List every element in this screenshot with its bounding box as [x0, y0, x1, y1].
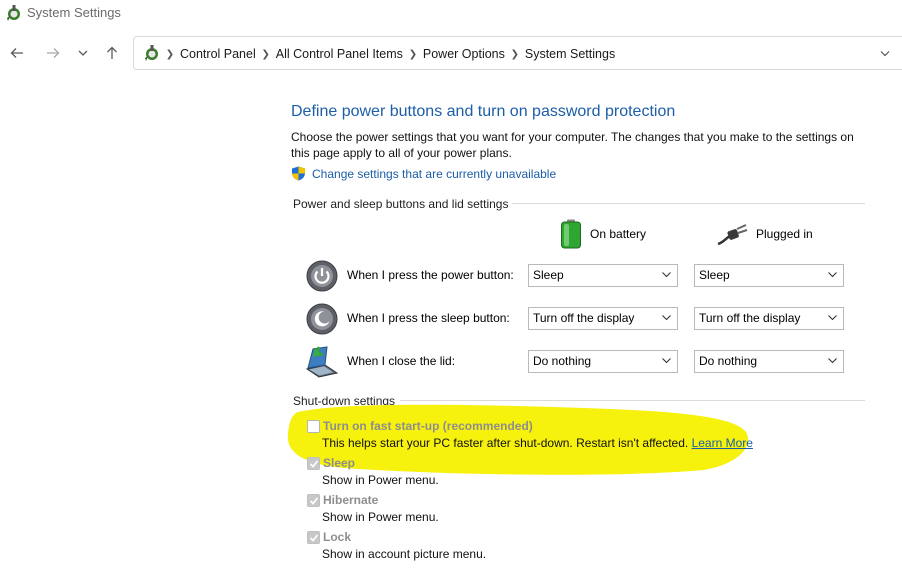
breadcrumb-power-options[interactable]: Power Options [421, 47, 507, 61]
chevron-down-icon [828, 358, 837, 364]
address-bar[interactable]: ❯ Control Panel ❯ All Control Panel Item… [133, 36, 902, 70]
select-value: Sleep [699, 268, 730, 282]
lock-title: Lock [323, 530, 352, 544]
checkmark-icon [309, 460, 319, 468]
fast-startup-title: Turn on fast start-up (recommended) [323, 419, 533, 433]
plugged-in-column-header: Plugged in [716, 222, 813, 246]
breadcrumb-control-panel[interactable]: Control Panel [178, 47, 258, 61]
intro-text: Choose the power settings that you want … [291, 130, 854, 160]
arrow-right-icon [47, 48, 60, 58]
power-options-icon [145, 45, 158, 61]
breadcrumb: ❯ Control Panel ❯ All Control Panel Item… [162, 37, 617, 71]
breadcrumb-all-items[interactable]: All Control Panel Items [274, 47, 405, 61]
sleep-title: Sleep [323, 456, 356, 470]
fast-startup-checkbox[interactable] [307, 420, 320, 433]
navigation-bar: ❯ Control Panel ❯ All Control Panel Item… [0, 36, 902, 72]
chevron-down-icon [662, 315, 671, 321]
fast-startup-description: This helps start your PC faster after sh… [322, 436, 753, 450]
sleep-button-plugged-select[interactable]: Turn off the display [694, 307, 844, 330]
chevron-right-icon[interactable]: ❯ [258, 49, 274, 60]
chevron-down-icon [880, 50, 890, 56]
section-divider [400, 400, 865, 401]
power-button-battery-select[interactable]: Sleep [528, 264, 678, 287]
recent-locations-button[interactable] [72, 42, 94, 64]
power-options-icon [7, 5, 20, 21]
uac-shield-icon [292, 166, 305, 181]
select-value: Turn off the display [699, 311, 801, 325]
learn-more-link[interactable]: Learn More [692, 436, 753, 450]
plugged-in-label: Plugged in [756, 227, 813, 241]
checkmark-icon [309, 534, 319, 542]
chevron-down-icon [662, 272, 671, 278]
laptop-lid-icon [305, 346, 339, 378]
sleep-button-icon [306, 303, 338, 335]
change-settings-link-row: Change settings that are currently unava… [291, 166, 556, 181]
lid-close-battery-select[interactable]: Do nothing [528, 350, 678, 373]
change-settings-link[interactable]: Change settings that are currently unava… [312, 167, 556, 181]
lock-description: Show in account picture menu. [322, 547, 487, 561]
page-title: Define power buttons and turn on passwor… [291, 103, 676, 120]
power-button-plugged-select[interactable]: Sleep [694, 264, 844, 287]
address-dropdown-button[interactable] [878, 46, 892, 60]
select-value: Turn off the display [533, 311, 635, 325]
power-plug-icon [717, 224, 748, 246]
chevron-down-icon [828, 272, 837, 278]
checkmark-icon [309, 497, 319, 505]
breadcrumb-system-settings[interactable]: System Settings [523, 47, 617, 61]
up-button[interactable] [101, 42, 123, 64]
power-button-icon [306, 260, 338, 292]
power-button-label: When I press the power button: [347, 268, 514, 282]
shutdown-section-heading: Shut-down settings [293, 394, 396, 408]
hibernate-title: Hibernate [323, 493, 379, 507]
back-button[interactable] [6, 42, 28, 64]
battery-icon [561, 219, 581, 249]
window-title: System Settings [27, 5, 121, 20]
fast-startup-description-text: This helps start your PC faster after sh… [322, 436, 689, 450]
hibernate-description: Show in Power menu. [322, 510, 439, 524]
chevron-right-icon: ❯ [165, 48, 175, 60]
sleep-button-row: When I press the sleep button: Turn off … [305, 302, 865, 336]
lid-close-plugged-select[interactable]: Do nothing [694, 350, 844, 373]
title-bar: System Settings [0, 0, 902, 28]
arrow-left-icon [10, 48, 23, 58]
chevron-down-icon [828, 315, 837, 321]
on-battery-label: On battery [590, 227, 647, 241]
chevron-right-icon[interactable]: ❯ [507, 49, 523, 60]
section-divider [512, 203, 865, 204]
select-value: Sleep [533, 268, 564, 282]
hibernate-checkbox[interactable] [307, 494, 320, 507]
forward-button[interactable] [42, 42, 64, 64]
power-button-row: When I press the power button: Sleep Sle… [305, 259, 865, 293]
arrow-up-icon [107, 46, 117, 59]
lock-checkbox[interactable] [307, 531, 320, 544]
lid-close-label: When I close the lid: [347, 354, 456, 368]
chevron-down-icon [78, 50, 88, 56]
power-section-heading: Power and sleep buttons and lid settings [293, 197, 509, 211]
select-value: Do nothing [533, 354, 592, 368]
chevron-right-icon[interactable]: ❯ [405, 49, 421, 60]
on-battery-column-header: On battery [560, 219, 646, 249]
chevron-down-icon [662, 358, 671, 364]
select-value: Do nothing [699, 354, 758, 368]
sleep-checkbox[interactable] [307, 457, 320, 470]
sleep-description: Show in Power menu. [322, 473, 439, 487]
lid-close-row: When I close the lid: Do nothing Do noth… [305, 345, 865, 379]
sleep-button-battery-select[interactable]: Turn off the display [528, 307, 678, 330]
sleep-button-label: When I press the sleep button: [347, 311, 510, 325]
